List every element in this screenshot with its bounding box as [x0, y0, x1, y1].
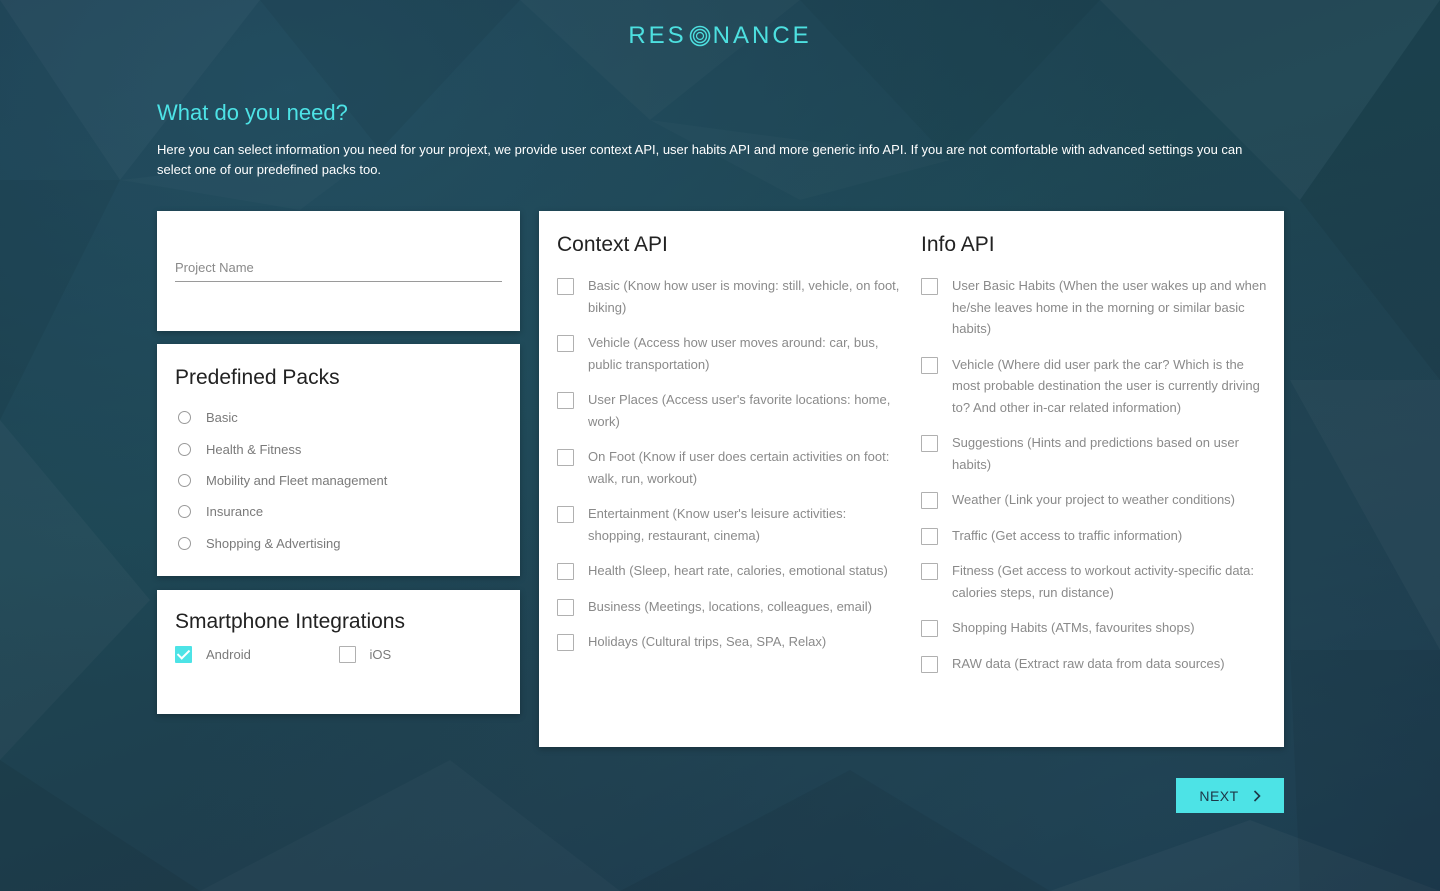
context-api-column: Context API Basic (Know how user is movi… — [557, 233, 902, 669]
radio-button[interactable] — [178, 442, 191, 456]
smartphone-integrations-card: Smartphone Integrations Android iOS — [157, 590, 520, 714]
context-api-item-label: Vehicle (Access how user moves around: c… — [588, 335, 879, 372]
integration-label: iOS — [369, 647, 392, 662]
integration-label: Android — [206, 647, 251, 662]
context-api-item-label: User Places (Access user's favorite loca… — [588, 392, 891, 429]
context-api-item[interactable]: Health (Sleep, heart rate, calories, emo… — [557, 562, 902, 582]
smartphone-integrations-title: Smartphone Integrations — [175, 610, 405, 633]
context-api-item-label: Holidays (Cultural trips, Sea, SPA, Rela… — [588, 634, 827, 649]
context-api-item[interactable]: Holidays (Cultural trips, Sea, SPA, Rela… — [557, 633, 902, 653]
integration-ios[interactable]: iOS — [338, 646, 503, 663]
info-api-item-label: Shopping Habits (ATMs, favourites shops) — [952, 620, 1195, 635]
info-api-item[interactable]: Weather (Link your project to weather co… — [921, 491, 1269, 511]
radio-button[interactable] — [178, 536, 191, 550]
checkbox[interactable] — [557, 506, 574, 523]
info-api-item[interactable]: RAW data (Extract raw data from data sou… — [921, 655, 1269, 675]
android-checkbox[interactable] — [175, 646, 192, 663]
pack-option-insurance[interactable]: Insurance — [178, 496, 502, 527]
api-selection-card: Context API Basic (Know how user is movi… — [539, 211, 1284, 747]
app-logo: RES NANCE — [0, 22, 1440, 50]
context-api-title: Context API — [557, 233, 668, 256]
context-api-item[interactable]: Vehicle (Access how user moves around: c… — [557, 334, 902, 375]
resonance-logo-icon — [689, 25, 710, 47]
context-api-item-label: On Foot (Know if user does certain activ… — [588, 449, 890, 486]
info-api-item-label: Suggestions (Hints and predictions based… — [952, 435, 1239, 472]
radio-button[interactable] — [178, 473, 191, 487]
radio-button[interactable] — [178, 505, 191, 519]
checkbox[interactable] — [557, 278, 574, 295]
pack-option-label: Insurance — [206, 504, 264, 520]
context-api-item-label: Entertainment (Know user's leisure activ… — [588, 506, 847, 543]
checkbox[interactable] — [921, 356, 938, 374]
checkbox[interactable] — [921, 278, 938, 295]
checkbox[interactable] — [921, 527, 938, 545]
context-api-item[interactable]: Business (Meetings, locations, colleague… — [557, 598, 902, 618]
checkbox[interactable] — [921, 492, 938, 509]
context-api-item-label: Basic (Know how user is moving: still, v… — [588, 278, 900, 315]
info-api-item[interactable]: Traffic (Get access to traffic informati… — [921, 527, 1269, 547]
page-title: What do you need? — [157, 100, 348, 125]
pack-option-label: Health & Fitness — [206, 441, 302, 457]
info-api-title: Info API — [921, 233, 995, 256]
checkbox[interactable] — [557, 634, 574, 651]
info-api-item-label: Traffic (Get access to traffic informati… — [952, 527, 1183, 543]
info-api-item-label: User Basic Habits (When the user wakes u… — [952, 278, 1267, 336]
info-api-column: Info API User Basic Habits (When the use… — [921, 233, 1269, 690]
info-api-item[interactable]: User Basic Habits (When the user wakes u… — [921, 277, 1269, 340]
project-name-card — [157, 211, 520, 331]
pack-option-label: Shopping & Advertising — [206, 535, 341, 551]
predefined-packs-title: Predefined Packs — [175, 366, 340, 389]
context-api-item[interactable]: Basic (Know how user is moving: still, v… — [557, 277, 902, 318]
page-description: Here you can select information you need… — [157, 142, 1243, 177]
pack-option-health-fitness[interactable]: Health & Fitness — [178, 433, 502, 464]
pack-option-shopping-advertising[interactable]: Shopping & Advertising — [178, 528, 502, 559]
pack-option-label: Mobility and Fleet management — [206, 472, 388, 488]
context-api-item[interactable]: User Places (Access user's favorite loca… — [557, 391, 902, 432]
integration-android[interactable]: Android — [175, 646, 339, 663]
info-api-item[interactable]: Suggestions (Hints and predictions based… — [921, 434, 1269, 475]
checkbox[interactable] — [921, 655, 938, 673]
info-api-item-label: Vehicle (Where did user park the car? Wh… — [952, 356, 1260, 415]
checkbox[interactable] — [921, 563, 938, 580]
pack-option-basic[interactable]: Basic — [178, 402, 502, 433]
checkbox[interactable] — [921, 435, 938, 452]
logo-text-left: RES — [628, 22, 687, 49]
checkbox[interactable] — [557, 335, 574, 352]
info-api-item-label: Weather (Link your project to weather co… — [952, 492, 1236, 507]
info-api-item-label: Fitness (Get access to workout activity-… — [952, 563, 1254, 600]
checkbox[interactable] — [921, 620, 938, 637]
info-api-item[interactable]: Shopping Habits (ATMs, favourites shops) — [921, 619, 1269, 639]
checkbox[interactable] — [557, 598, 574, 616]
checkbox[interactable] — [557, 449, 574, 466]
logo-text-right: NANCE — [712, 22, 812, 49]
info-api-item[interactable]: Vehicle (Where did user park the car? Wh… — [921, 356, 1269, 419]
checkbox[interactable] — [557, 392, 574, 409]
next-button[interactable]: NEXT — [1176, 778, 1284, 813]
radio-button[interactable] — [178, 411, 191, 425]
checkbox[interactable] — [557, 563, 574, 580]
ios-checkbox[interactable] — [338, 646, 356, 663]
context-api-item[interactable]: On Foot (Know if user does certain activ… — [557, 448, 902, 489]
pack-option-label: Basic — [206, 410, 238, 426]
chevron-right-icon — [1253, 789, 1261, 802]
pack-option-mobility-fleet[interactable]: Mobility and Fleet management — [178, 465, 502, 496]
context-api-item[interactable]: Entertainment (Know user's leisure activ… — [557, 505, 902, 546]
context-api-item-label: Health (Sleep, heart rate, calories, emo… — [588, 563, 888, 578]
context-api-item-label: Business (Meetings, locations, colleague… — [588, 598, 872, 614]
next-button-label: NEXT — [1199, 787, 1239, 804]
project-name-input[interactable] — [175, 253, 502, 282]
info-api-item[interactable]: Fitness (Get access to workout activity-… — [921, 562, 1269, 603]
predefined-packs-card: Predefined Packs Basic Health & Fitness … — [157, 344, 520, 576]
info-api-item-label: RAW data (Extract raw data from data sou… — [952, 655, 1225, 671]
